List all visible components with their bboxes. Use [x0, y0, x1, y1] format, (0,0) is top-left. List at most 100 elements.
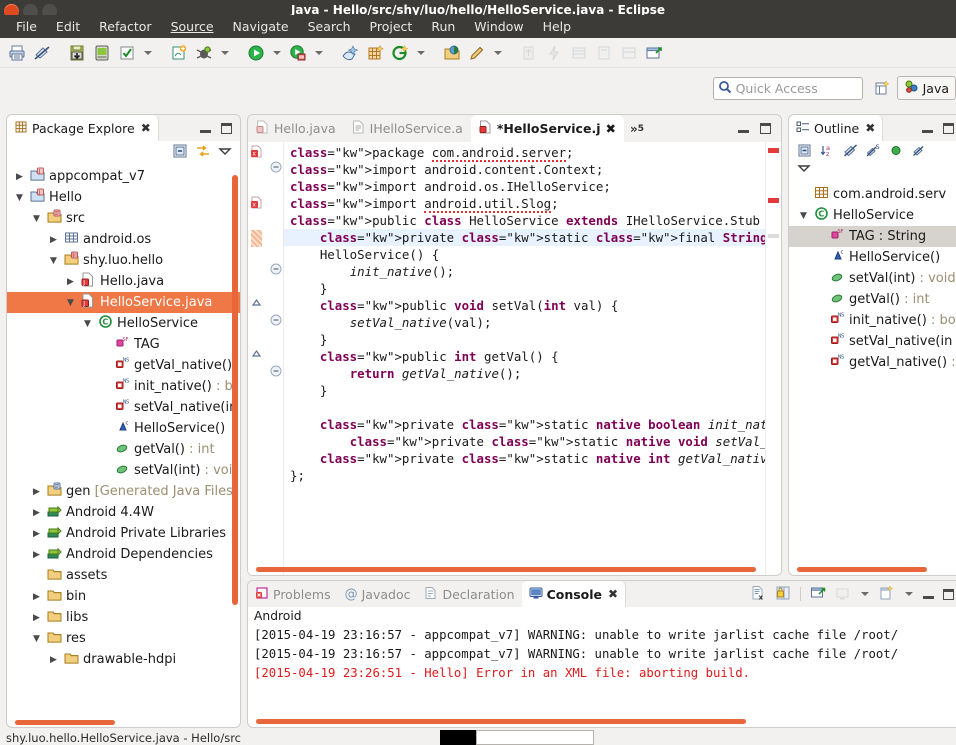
run-external-tools-icon[interactable] — [286, 41, 310, 65]
tree-row[interactable]: setVal(int) : void — [789, 268, 956, 289]
tree-row[interactable]: ▶ drawable-hdpi — [7, 649, 240, 670]
fold-toggle-icon[interactable] — [270, 161, 282, 176]
external-tools-dropdown-icon[interactable] — [311, 41, 327, 65]
twisty-collapsed-icon[interactable]: ▶ — [30, 487, 43, 497]
tree-row[interactable]: com.android.serv — [789, 184, 956, 205]
code-line[interactable] — [284, 399, 765, 416]
tab-javadoc[interactable]: @ Javadoc — [337, 581, 418, 607]
twisty-collapsed-icon[interactable]: ▶ — [64, 277, 77, 287]
outline-tree[interactable]: com.android.serv ▼ C HelloService S F TAG : St… — [789, 180, 956, 575]
tree-row[interactable]: ▼ J HelloService.java — [7, 292, 240, 313]
view-menu-icon[interactable] — [218, 144, 232, 161]
code-line[interactable]: } — [284, 280, 765, 297]
tree-row[interactable]: getVal() : int — [7, 439, 240, 460]
menu-search[interactable]: Search — [300, 17, 359, 36]
close-icon[interactable]: ✖ — [141, 121, 151, 135]
new-java-class-icon[interactable] — [338, 41, 362, 65]
maximize-icon[interactable] — [943, 588, 954, 600]
collapse-marker-icon[interactable] — [250, 297, 263, 313]
code-line[interactable]: HelloService() { — [284, 246, 765, 263]
tree-row[interactable]: ▶ gen [Generated Java Files] — [7, 481, 240, 502]
code-line[interactable]: class="kw">public void setVal(int val) { — [284, 297, 765, 314]
twisty-collapsed-icon[interactable]: ▶ — [30, 508, 43, 518]
code-line[interactable]: class="kw">private class="kw">static nat… — [284, 433, 765, 450]
tree-row[interactable]: ▶ libs — [7, 607, 240, 628]
close-icon[interactable]: ✖ — [865, 121, 875, 135]
tree-row[interactable]: ▶ Android Private Libraries — [7, 523, 240, 544]
twisty-collapsed-icon[interactable]: ▶ — [13, 172, 26, 182]
open-type-dropdown-icon[interactable] — [413, 41, 429, 65]
code-line[interactable]: class="kw">private class="kw">static nat… — [284, 450, 765, 467]
menu-file[interactable]: File — [8, 17, 45, 36]
sort-icon[interactable]: az — [820, 143, 835, 161]
tree-row[interactable]: ▼ J Hello — [7, 187, 240, 208]
link-with-editor-icon[interactable] — [195, 143, 211, 162]
window-maximize-button[interactable] — [42, 4, 57, 15]
editor-tab-overflow-button[interactable]: » 5 — [624, 115, 650, 142]
maximize-icon[interactable] — [221, 122, 232, 134]
tree-row[interactable]: ▶ Android Dependencies — [7, 544, 240, 565]
code-line[interactable]: class="kw">import android.util.Slog; — [284, 195, 765, 213]
maximize-icon[interactable] — [760, 123, 771, 134]
twisty-expanded-icon[interactable]: ▼ — [64, 298, 77, 308]
tree-row[interactable]: ▼ res — [7, 628, 240, 649]
code-text[interactable]: class="kw">package com.android.server; cl… — [284, 142, 765, 575]
menu-help[interactable]: Help — [535, 17, 580, 36]
tree-row[interactable]: S F TAG — [7, 334, 240, 355]
minimize-icon[interactable] — [922, 124, 933, 133]
overview-error-mark[interactable] — [768, 148, 779, 153]
tab-declaration[interactable]: Declaration — [417, 581, 522, 607]
scroll-lock-icon[interactable] — [775, 585, 791, 604]
code-editor[interactable]: x x class="kw">package com.android.serve… — [248, 142, 781, 575]
editor-folding-gutter[interactable] — [268, 142, 284, 575]
collapse-marker-icon[interactable] — [250, 348, 263, 364]
editor-tab-hello-java[interactable]: Hello.java — [248, 115, 344, 142]
twisty-expanded-icon[interactable]: ▼ — [81, 319, 94, 329]
collapse-all-icon[interactable] — [172, 143, 188, 162]
tree-row[interactable]: ▶ Android 4.4W — [7, 502, 240, 523]
outline-hscrollbar[interactable] — [797, 567, 927, 572]
tab-console[interactable]: Console ✖ — [521, 581, 627, 607]
overview-error-mark[interactable] — [768, 198, 779, 203]
run-icon[interactable] — [244, 41, 268, 65]
open-resource-icon[interactable] — [440, 41, 464, 65]
tree-row[interactable]: ▼ C HelloService — [789, 205, 956, 226]
hide-nonpublic-icon[interactable] — [889, 143, 904, 161]
code-line[interactable]: } — [284, 382, 765, 399]
tree-row[interactable]: ▶ bin — [7, 586, 240, 607]
tree-row[interactable]: ▶ Jappcompat_v7 — [7, 166, 240, 187]
code-line[interactable]: class="kw">import android.os.IHelloServi… — [284, 178, 765, 195]
view-menu-icon[interactable] — [797, 161, 811, 178]
run-dropdown-icon[interactable] — [269, 41, 285, 65]
menu-window[interactable]: Window — [466, 17, 531, 36]
code-line[interactable]: class="kw">public class HelloService ext… — [284, 212, 765, 229]
close-icon[interactable]: ✖ — [608, 587, 618, 601]
code-line[interactable]: class="kw">private class="kw">static nat… — [284, 416, 765, 433]
tree-row[interactable]: N S setVal_native(in — [789, 331, 956, 352]
pencil-icon[interactable] — [465, 41, 489, 65]
tree-row[interactable]: NS init_native() : boole — [7, 376, 240, 397]
print-icon[interactable] — [5, 41, 29, 65]
tree-row[interactable]: getVal() : int — [789, 289, 956, 310]
tab-outline[interactable]: Outline ✖ — [789, 115, 884, 141]
tree-row[interactable]: ▼ shy.luo.hello — [7, 250, 240, 271]
error-marker-icon[interactable]: x — [250, 145, 264, 162]
twisty-expanded-icon[interactable]: ▼ — [47, 256, 60, 266]
new-java-project-icon[interactable] — [167, 41, 191, 65]
minimize-icon[interactable] — [200, 124, 211, 133]
window-minimize-button[interactable] — [23, 4, 38, 15]
package-explorer-vscrollbar[interactable] — [232, 175, 238, 605]
code-line[interactable]: setVal_native(val); — [284, 314, 765, 331]
tree-row[interactable]: setVal(int) : void — [7, 460, 240, 481]
fold-toggle-icon[interactable] — [270, 365, 282, 380]
tab-problems[interactable]: Problems — [248, 581, 338, 607]
twisty-expanded-icon[interactable]: ▼ — [30, 214, 43, 224]
open-type-icon[interactable] — [388, 41, 412, 65]
maximize-icon[interactable] — [943, 122, 954, 134]
overview-occurrence-mark[interactable] — [768, 234, 779, 238]
console-output[interactable]: [2015-04-19 23:16:57 - appcompat_v7] WAR… — [248, 623, 956, 683]
hide-fields-icon[interactable] — [843, 143, 858, 161]
tree-row[interactable]: ▶ J Hello.java — [7, 271, 240, 292]
tab-package-explorer[interactable]: Package Explore ✖ — [7, 115, 159, 141]
editor-marker-gutter[interactable]: x x — [248, 142, 268, 575]
